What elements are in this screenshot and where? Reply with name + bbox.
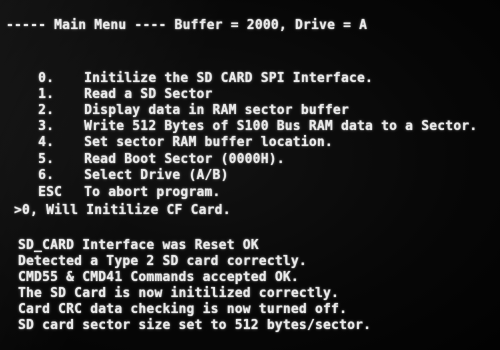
command-echo: >0, Will Initilize CF Card. (14, 203, 231, 218)
output-line: SD_CARD Interface was Reset OK (18, 238, 259, 253)
output-line: The SD Card is now initilized correctly. (18, 286, 340, 301)
menu-key: ESC (38, 185, 63, 200)
output-line: Detected a Type 2 SD card correctly. (18, 254, 307, 269)
terminal-screen: ----- Main Menu ---- Buffer = 2000, Driv… (0, 0, 500, 350)
output-line: CMD55 & CMD41 Commands accepted OK. (18, 270, 299, 285)
output-line: SD card sector size set to 512 bytes/sec… (18, 318, 372, 333)
output-line: Card CRC data checking is now turned off… (18, 302, 348, 317)
menu-label: To abort program. (84, 185, 221, 200)
menu-header: ----- Main Menu ---- Buffer = 2000, Driv… (6, 18, 368, 33)
